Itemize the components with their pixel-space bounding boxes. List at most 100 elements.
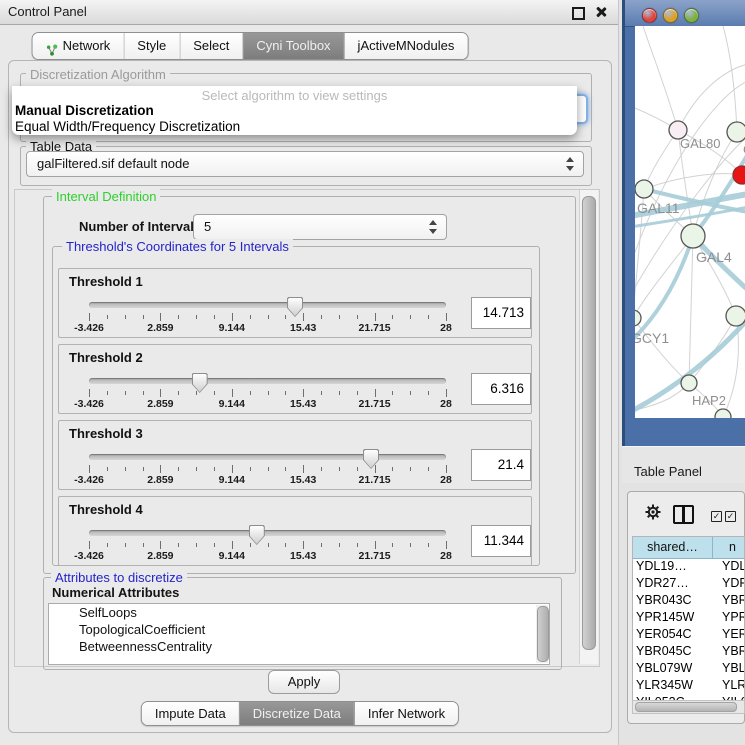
attribute-item-betweennesscentrality[interactable]: BetweennessCentrality [49, 638, 549, 655]
network-node-gal4[interactable] [681, 224, 705, 248]
threshold-label: Threshold 2 [69, 350, 143, 365]
tick-label: 15.43 [290, 322, 316, 334]
network-node-hap2[interactable] [681, 375, 697, 391]
checkbox-icon[interactable]: ✓ [725, 511, 736, 522]
table-row[interactable]: YPR145WYPR14 [633, 609, 744, 626]
threshold-label: Threshold 4 [69, 502, 143, 517]
numerical-attributes-list[interactable]: SelfLoopsTopologicalCoefficientBetweenne… [48, 603, 550, 665]
apply-button[interactable]: Apply [268, 670, 340, 694]
panel-scrollbar[interactable] [579, 190, 598, 664]
network-node-ga[interactable] [727, 122, 745, 142]
traffic-light-close[interactable] [642, 8, 657, 23]
tick-mark [357, 543, 358, 547]
tab-label: jActiveMNodules [358, 33, 455, 59]
cell-shared-name: YBL079W [633, 660, 716, 677]
threshold-value-field[interactable]: 6.316 [471, 373, 531, 405]
panel-scrollbar-thumb[interactable] [582, 196, 596, 650]
slider-track[interactable] [89, 530, 446, 536]
tab-cyni-toolbox[interactable]: Cyni Toolbox [242, 33, 343, 59]
tick-mark [232, 541, 233, 549]
table-row[interactable]: YBR043CYBR04 [633, 592, 744, 609]
slider-track[interactable] [89, 302, 446, 308]
tab-infer-network[interactable]: Infer Network [354, 702, 458, 725]
slider-thumb[interactable] [192, 373, 208, 393]
table-panel-titlebar[interactable]: Table Panel [622, 446, 745, 483]
tick-label: 9.144 [219, 550, 245, 562]
slider-thumb[interactable] [363, 449, 379, 469]
tick-mark [214, 467, 215, 471]
number-of-intervals-combobox[interactable]: 5 [193, 214, 447, 240]
tick-mark [268, 543, 269, 547]
tick-mark [285, 543, 286, 547]
threshold-2-box: Threshold 2-3.4262.8599.14415.4321.71528… [58, 344, 532, 414]
tab-select[interactable]: Select [179, 33, 242, 59]
tab-network[interactable]: Network [33, 33, 124, 59]
cell-shared-name: YDR27… [633, 575, 716, 592]
popup-option-manual-discretization[interactable]: Manual Discretization [15, 103, 154, 118]
algorithm-dropdown-popup: Select algorithm to view settings Manual… [12, 86, 577, 135]
tick-mark [160, 389, 161, 397]
traffic-light-zoom[interactable] [684, 8, 699, 23]
gear-icon[interactable] [644, 503, 662, 521]
table-row[interactable]: YER054CYER05 [633, 626, 744, 643]
attribute-item-topologicalcoefficient[interactable]: TopologicalCoefficient [49, 621, 549, 638]
tick-mark [160, 541, 161, 549]
network-canvas[interactable]: GAL80GACGAL11GAL4GCY1HHAP2 [635, 26, 745, 418]
float-icon[interactable] [572, 7, 585, 20]
slider-thumb[interactable] [249, 525, 265, 545]
network-node-gal11[interactable] [635, 180, 653, 198]
network-node-c[interactable] [733, 166, 745, 184]
tick-mark [303, 313, 304, 321]
tick-mark [410, 543, 411, 547]
slider-thumb[interactable] [287, 297, 303, 317]
tick-mark [392, 467, 393, 471]
tick-mark [321, 391, 322, 395]
threshold-value-field[interactable]: 14.713 [471, 297, 531, 329]
network-window-titlebar[interactable] [625, 0, 745, 27]
table-data-combobox[interactable]: galFiltered.sif default node [26, 151, 584, 177]
tick-mark [339, 315, 340, 319]
threshold-value-field[interactable]: 21.4 [471, 449, 531, 481]
table-hscrollbar-thumb[interactable] [635, 702, 737, 712]
column-header-shared[interactable]: shared… [633, 537, 713, 559]
close-icon[interactable] [595, 6, 607, 18]
table-hscrollbar[interactable] [632, 700, 745, 714]
tab-style[interactable]: Style [123, 33, 179, 59]
tick-mark [143, 391, 144, 395]
tick-label: 21.715 [359, 474, 391, 486]
tick-mark [321, 467, 322, 471]
table-row[interactable]: YDL19…YDL19 [633, 558, 744, 575]
control-panel-titlebar[interactable]: Control Panel [0, 0, 618, 25]
cell-shared-name: YBR045C [633, 643, 716, 660]
tab-discretize-data[interactable]: Discretize Data [239, 702, 354, 725]
network-edge [635, 236, 693, 342]
network-edge [689, 236, 693, 383]
tab-impute-data[interactable]: Impute Data [142, 702, 239, 725]
tick-mark [89, 541, 90, 549]
slider-track[interactable] [89, 454, 446, 460]
column-header-n[interactable]: n [713, 537, 745, 559]
split-view-icon[interactable] [673, 505, 694, 524]
threshold-value-field[interactable]: 11.344 [471, 525, 531, 557]
table-row[interactable]: YLR345WYLR34 [633, 677, 744, 694]
node-label: GCY1 [635, 330, 669, 346]
table-row[interactable]: YBR045CYBR04 [633, 643, 744, 660]
table-row[interactable]: YDR27…YDR27 [633, 575, 744, 592]
tick-label: 28 [440, 550, 452, 562]
tick-mark [410, 391, 411, 395]
tick-label: 2.859 [147, 474, 173, 486]
network-node-gcy1[interactable] [635, 310, 641, 326]
checkbox-icon[interactable]: ✓ [711, 511, 722, 522]
tick-label: 28 [440, 398, 452, 410]
tick-mark [107, 391, 108, 395]
tick-label: 15.43 [290, 474, 316, 486]
popup-option-equal-width-frequency[interactable]: Equal Width/Frequency Discretization [15, 119, 240, 134]
network-node-h[interactable] [726, 306, 745, 326]
cell-shared-name: YLR345W [633, 677, 716, 694]
slider-track[interactable] [89, 378, 446, 384]
table-row[interactable]: YBL079WYBL07 [633, 660, 744, 677]
tab-jactivemnodules[interactable]: jActiveMNodules [344, 33, 468, 59]
number-of-intervals-label: Number of Intervals [75, 219, 205, 234]
traffic-light-minimize[interactable] [663, 8, 678, 23]
attribute-item-selfloops[interactable]: SelfLoops [49, 604, 549, 621]
